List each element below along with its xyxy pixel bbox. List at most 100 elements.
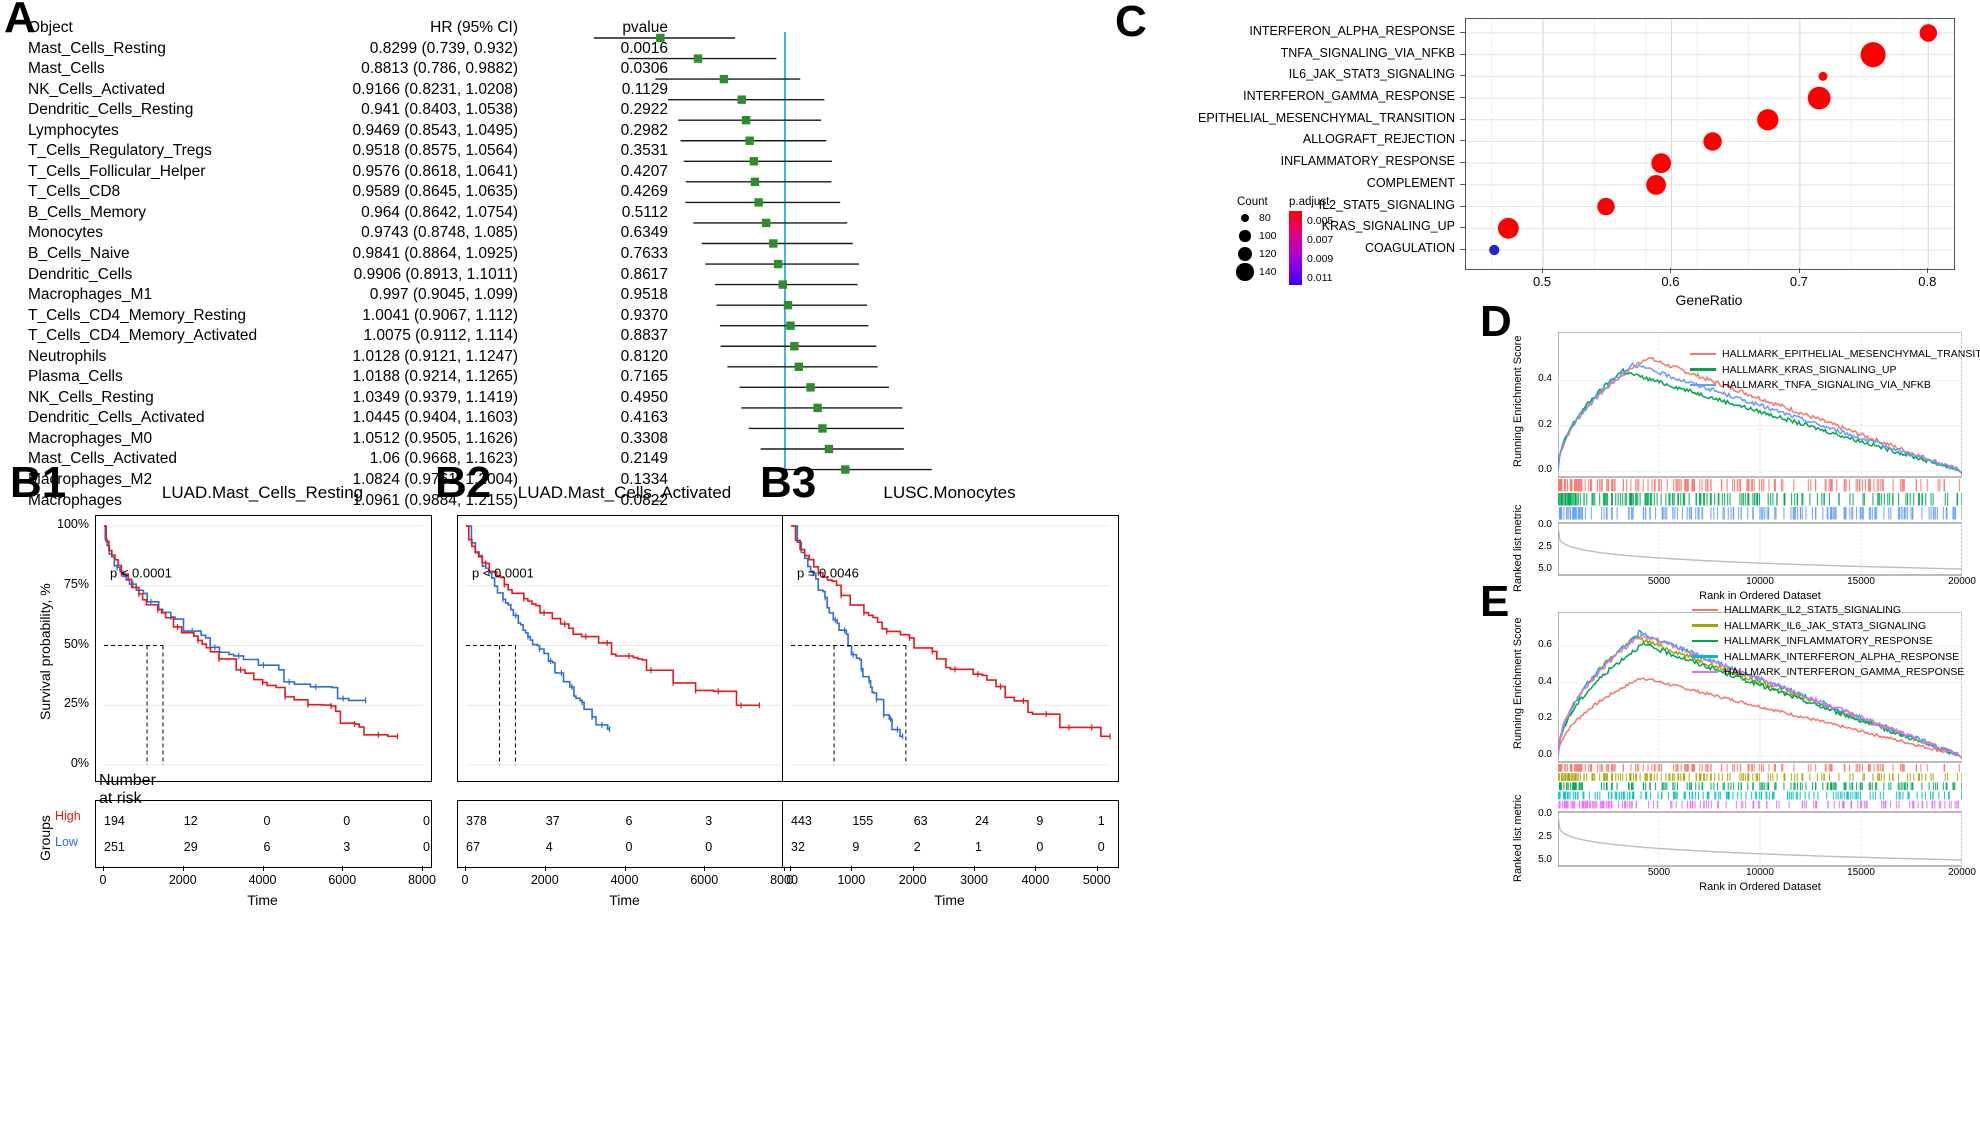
gsea-y-tick: 0.0 <box>1538 749 1552 760</box>
risk-value-high: 443 <box>791 814 812 828</box>
dotplot-y-tick <box>1460 162 1465 164</box>
dotplot-point <box>1497 217 1519 239</box>
gsea-legend-item: HALLMARK_IL2_STAT5_SIGNALING <box>1692 604 1901 616</box>
dotplot-point <box>1860 42 1886 68</box>
km-x-tick: 4000 <box>248 873 277 887</box>
cell-object: Neutrophils <box>28 347 107 365</box>
gsea-x-tick: 15000 <box>1847 867 1875 878</box>
km-x-tick-mark <box>103 866 104 871</box>
km-x-tick-mark <box>704 866 706 871</box>
cell-object: T_Cells_CD4_Memory_Resting <box>28 306 246 324</box>
dotplot-y-tick <box>1460 248 1465 250</box>
gsea-y-tick: 0.4 <box>1538 373 1552 385</box>
km-x-tick-mark <box>974 866 976 871</box>
legend-count-value: 120 <box>1259 248 1277 260</box>
dotplot-x-tick-mark <box>1927 268 1929 273</box>
cell-hr: 1.0349 (0.9379, 1.1419) <box>352 388 518 406</box>
dotplot-y-tick <box>1460 205 1465 207</box>
gsea-legend-line-icon <box>1692 639 1718 643</box>
gsea-legend-line-icon <box>1692 670 1718 674</box>
cell-object: B_Cells_Memory <box>28 203 147 221</box>
km-x-tick: 0 <box>786 873 794 887</box>
cell-object: Dendritic_Cells_Activated <box>28 409 205 427</box>
cell-hr: 0.9469 (0.8543, 1.0495) <box>352 121 518 139</box>
cell-hr: 0.9518 (0.8575, 1.0564) <box>352 142 518 160</box>
cell-object: Mast_Cells <box>28 60 105 78</box>
risk-value-high: 6 <box>626 814 633 828</box>
dotplot-point <box>1646 174 1666 195</box>
dotplot-x-tick-mark <box>1670 268 1672 273</box>
km-x-tick: 6000 <box>690 873 719 887</box>
km-y-tick: 100% <box>57 517 89 531</box>
km-x-tick: 2000 <box>898 873 927 887</box>
risk-value-low: 9 <box>852 840 859 854</box>
gsea-legend-item: HALLMARK_EPITHELIAL_MESENCHYMAL_TRANSITI… <box>1690 348 1980 360</box>
risk-value-low: 251 <box>104 840 125 854</box>
km-x-tick: 4000 <box>610 873 639 887</box>
gsea-y2-tick: 0.0 <box>1538 808 1552 819</box>
risk-value-low: 0 <box>1098 840 1105 854</box>
risk-value-high: 194 <box>104 814 125 828</box>
dotplot-y-tick <box>1460 227 1465 229</box>
dotplot-y-tick <box>1460 97 1465 99</box>
km-risk-table-b1: 194 12 0 0 0 251 29 6 3 0 <box>95 800 432 868</box>
gsea-legend-label: HALLMARK_EPITHELIAL_MESENCHYMAL_TRANSITI… <box>1722 348 1980 360</box>
gsea-x-tick: 20000 <box>1948 867 1976 878</box>
forest-plot-svg: 0.7250.80.850.90.9511.051.11.151.2 <box>593 32 932 478</box>
legend-padjust-value: 0.009 <box>1307 253 1334 265</box>
cell-hr: 1.0188 (0.9214, 1.1265) <box>352 368 518 386</box>
gsea-y2-tick: 5.0 <box>1538 854 1552 865</box>
km-x-tick: 3000 <box>960 873 988 887</box>
km-x-tick: 2000 <box>530 873 559 887</box>
number-at-risk-title: Number at risk <box>99 772 156 807</box>
risk-value-low: 32 <box>791 840 805 854</box>
km-x-tick-mark <box>422 866 423 871</box>
panel-letter-b1: B1 <box>10 458 67 507</box>
dotplot-x-tick: 0.7 <box>1789 274 1808 289</box>
km-x-tick-mark <box>790 866 791 871</box>
gsea-y2-tick: 2.5 <box>1538 541 1552 552</box>
km-y-axis-label: Survival probability, % <box>37 582 53 720</box>
panel-letter-d: D <box>1480 297 1512 346</box>
cell-hr: 1.0128 (0.9121, 1.1247) <box>352 347 518 365</box>
gsea-y2-axis-label: Ranked list metric <box>1512 504 1524 592</box>
panel-a-forest-plot: A Object HR (95% CI) pvalue Mast_Cells_R… <box>0 0 932 509</box>
risk-value-low: 0 <box>705 840 712 854</box>
km-risk-table-b3: 443 155 63 24 9 1 32 9 2 1 0 0 <box>782 800 1119 868</box>
cell-object: B_Cells_Naive <box>28 245 130 263</box>
legend-padjust-value: 0.005 <box>1307 215 1334 227</box>
dotplot-point <box>1703 132 1722 151</box>
km-x-tick: 0 <box>99 873 107 887</box>
gsea-legend-label: HALLMARK_KRAS_SIGNALING_UP <box>1722 363 1897 376</box>
risk-value-high: 1 <box>1098 814 1105 828</box>
dotplot-x-tick: 0.5 <box>1533 274 1552 289</box>
dotplot-category-label: IL6_JAK_STAT3_SIGNALING <box>1288 67 1455 82</box>
cell-object: NK_Cells_Activated <box>28 80 165 98</box>
cell-hr: 0.9166 (0.8231, 1.0208) <box>352 80 518 98</box>
gsea-y2-tick: 2.5 <box>1538 831 1552 842</box>
gsea-y2-tick: 5.0 <box>1538 563 1552 574</box>
cell-object: Macrophages_M0 <box>28 429 153 447</box>
cell-object: NK_Cells_Resting <box>28 388 154 406</box>
dotplot-x-tick-mark <box>1542 268 1544 273</box>
cell-hr: 0.9589 (0.8645, 1.0635) <box>352 183 518 201</box>
risk-value-high: 24 <box>975 814 989 828</box>
dotplot-point <box>1807 86 1831 110</box>
km-plot-b2: p < 0.0001 <box>457 515 794 782</box>
cell-hr: 0.964 (0.8642, 1.0754) <box>361 203 518 221</box>
km-x-tick: 6000 <box>328 873 357 887</box>
legend-count-value: 140 <box>1259 266 1277 278</box>
legend-count-dot <box>1239 230 1251 242</box>
dotplot-category-label: INFLAMMATORY_RESPONSE <box>1280 154 1455 169</box>
col-header-hr: HR (95% CI) <box>430 19 518 36</box>
dotplot-category-label: INTERFERON_ALPHA_RESPONSE <box>1249 24 1455 38</box>
risk-value-high: 0 <box>423 814 430 828</box>
dotplot-category-label: TNFA_SIGNALING_VIA_NFKB <box>1280 45 1455 60</box>
gsea-legend-label: HALLMARK_IL6_JAK_STAT3_SIGNALING <box>1724 619 1927 632</box>
cell-object: Monocytes <box>28 224 103 242</box>
cell-object: T_Cells_CD8 <box>28 183 121 201</box>
km-pvalue: p < 0.0001 <box>472 566 534 581</box>
cell-hr: 1.0041 (0.9067, 1.112) <box>362 306 518 324</box>
km-x-tick-mark <box>544 866 546 871</box>
km-pvalue: p < 0.0001 <box>110 566 172 581</box>
